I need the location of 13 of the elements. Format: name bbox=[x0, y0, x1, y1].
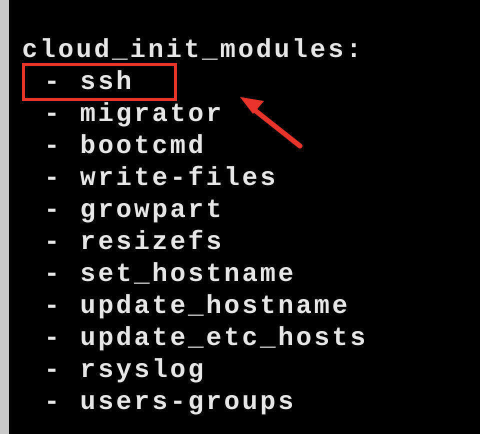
list-item: - update_etc_hosts bbox=[44, 324, 368, 352]
list-item: - update_hostname bbox=[44, 292, 350, 320]
list-item: - ssh bbox=[44, 67, 134, 97]
list-item: - growpart bbox=[44, 196, 224, 224]
list-item: - users-groups bbox=[44, 388, 296, 416]
list-item: - set_hostname bbox=[44, 260, 296, 288]
list-item: - bootcmd bbox=[44, 132, 206, 160]
list-item: - write-files bbox=[44, 164, 278, 192]
list-item: - migrator bbox=[44, 100, 224, 128]
config-key: cloud_init_modules: bbox=[22, 36, 364, 64]
list-item: - rsyslog bbox=[44, 356, 206, 384]
annotation-arrow bbox=[240, 97, 302, 148]
list-item: - resizefs bbox=[44, 228, 224, 256]
